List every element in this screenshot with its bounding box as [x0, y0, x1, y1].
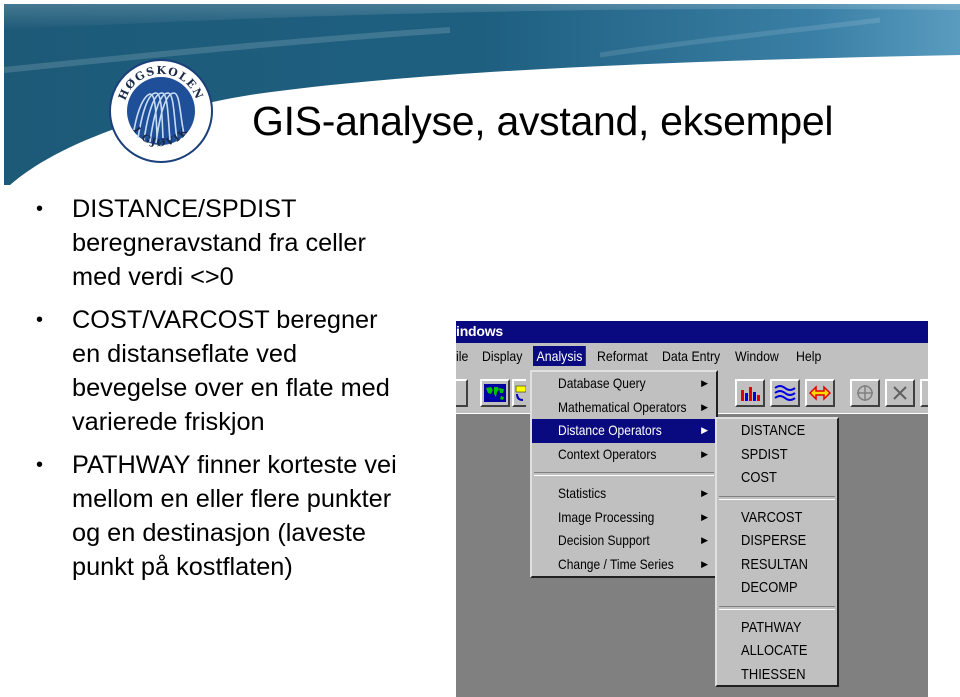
submenu-item-disperse[interactable]: DISPERSE: [717, 529, 837, 553]
menu-display[interactable]: Display: [482, 348, 522, 364]
bullet-line: mellom en eller flere punkter: [72, 485, 392, 513]
crosshair-icon: [857, 385, 873, 401]
bullet-dot: •: [36, 198, 44, 220]
bullet-line: varierede friskjon: [72, 408, 265, 436]
toolbar-button[interactable]: [456, 379, 468, 407]
menu-window[interactable]: Window: [735, 348, 779, 364]
submenu-item-pathway[interactable]: PATHWAY: [717, 616, 837, 640]
analysis-menu: Database Query ▶ Mathematical Operators ▶ …: [530, 370, 718, 578]
phone-button[interactable]: [512, 379, 526, 407]
submenu-item-cost[interactable]: COST: [717, 466, 837, 490]
menu-help[interactable]: Help: [796, 348, 821, 364]
submenu-item-varcost[interactable]: VARCOST: [717, 506, 837, 530]
menu-item-change-time-series[interactable]: Change / Time Series ▶: [532, 553, 716, 577]
window-titlebar: indows: [456, 321, 928, 343]
menu-data-entry[interactable]: Data Entry: [662, 348, 720, 364]
menu-analysis[interactable]: Analysis: [533, 346, 586, 366]
menu-item-mathematical-operators[interactable]: Mathematical Operators ▶: [532, 396, 716, 420]
tools-button[interactable]: [885, 379, 915, 407]
bar-chart-icon: [741, 387, 760, 401]
menu-separator: [719, 605, 835, 610]
distance-operators-submenu: DISTANCE SPDIST COST VARCOST DISPERSE RE…: [715, 417, 839, 687]
bullet-line: og en destinasjon (laveste: [72, 519, 366, 547]
bullet-line: COST/VARCOST beregner: [72, 306, 378, 334]
bullet-line: med verdi <>0: [72, 263, 234, 291]
bullet-line: DISTANCE/SPDIST: [72, 195, 297, 223]
bullet-cost: • COST/VARCOST beregner en distanseflate…: [36, 303, 456, 439]
double-arrow-icon: [809, 385, 831, 401]
bullet-line: PATHWAY finner korteste vei: [72, 451, 397, 479]
submenu-arrow-icon: ▶: [701, 558, 708, 569]
menu-item-distance-operators[interactable]: Distance Operators ▶: [532, 419, 716, 443]
world-map-button[interactable]: [480, 379, 510, 407]
menubar: ile Display Analysis Reformat Data Entry…: [456, 343, 928, 371]
menu-file[interactable]: ile: [456, 348, 468, 364]
slide-title: GIS-analyse, avstand, eksempel: [252, 98, 834, 144]
submenu-item-distance[interactable]: DISTANCE: [717, 419, 837, 443]
crosshair-button[interactable]: [850, 379, 880, 407]
toolbar-button[interactable]: [920, 379, 928, 407]
bullet-line: beregneravstand fra celler: [72, 229, 366, 257]
submenu-item-decomp[interactable]: DECOMP: [717, 576, 837, 600]
menu-item-statistics[interactable]: Statistics ▶: [532, 482, 716, 506]
bullet-list: • DISTANCE/SPDIST beregneravstand fra ce…: [36, 192, 456, 593]
gis-app-screenshot: indows ile Display Analysis Reformat Dat…: [456, 321, 928, 697]
menu-item-decision-support[interactable]: Decision Support ▶: [532, 529, 716, 553]
submenu-item-resultan[interactable]: RESULTAN: [717, 553, 837, 577]
bullet-pathway: • PATHWAY finner korteste vei mellom en …: [36, 448, 456, 584]
waves-button[interactable]: [770, 379, 800, 407]
submenu-arrow-icon: ▶: [701, 378, 708, 388]
tools-icon: [893, 386, 907, 400]
phone-icon: [515, 385, 526, 401]
submenu-arrow-icon: ▶: [701, 488, 708, 498]
world-map-icon: [484, 384, 506, 402]
submenu-item-allocate[interactable]: ALLOCATE: [717, 639, 837, 663]
submenu-arrow-icon: ▶: [701, 401, 708, 412]
submenu-arrow-icon: ▶: [701, 511, 708, 522]
bullet-dot: •: [36, 309, 44, 331]
menu-reformat[interactable]: Reformat: [597, 348, 648, 364]
bullet-line: punkt på kostflaten): [72, 553, 293, 581]
menu-item-database-query[interactable]: Database Query ▶: [532, 372, 716, 396]
bullet-line: bevegelse over en flate med: [72, 374, 390, 402]
submenu-item-spdist[interactable]: SPDIST: [717, 443, 837, 467]
menu-separator: [719, 495, 835, 500]
bullet-distance: • DISTANCE/SPDIST beregneravstand fra ce…: [36, 192, 456, 294]
submenu-item-thiessen[interactable]: THIESSEN: [717, 663, 837, 687]
bullet-line: en distanseflate ved: [72, 340, 298, 368]
school-logo: HØGSKOLEN I GJØVIK: [109, 59, 213, 163]
double-arrow-button[interactable]: [805, 379, 835, 407]
bullet-dot: •: [36, 454, 44, 476]
submenu-arrow-icon: ▶: [701, 425, 708, 435]
bar-chart-button[interactable]: [735, 379, 765, 407]
window-title: indows: [456, 323, 504, 339]
menu-separator: [534, 472, 714, 476]
menu-item-context-operators[interactable]: Context Operators ▶: [532, 443, 716, 467]
menu-item-image-processing[interactable]: Image Processing ▶: [532, 506, 716, 530]
submenu-arrow-icon: ▶: [701, 535, 708, 545]
submenu-arrow-icon: ▶: [701, 448, 708, 459]
waves-icon: [774, 385, 796, 401]
